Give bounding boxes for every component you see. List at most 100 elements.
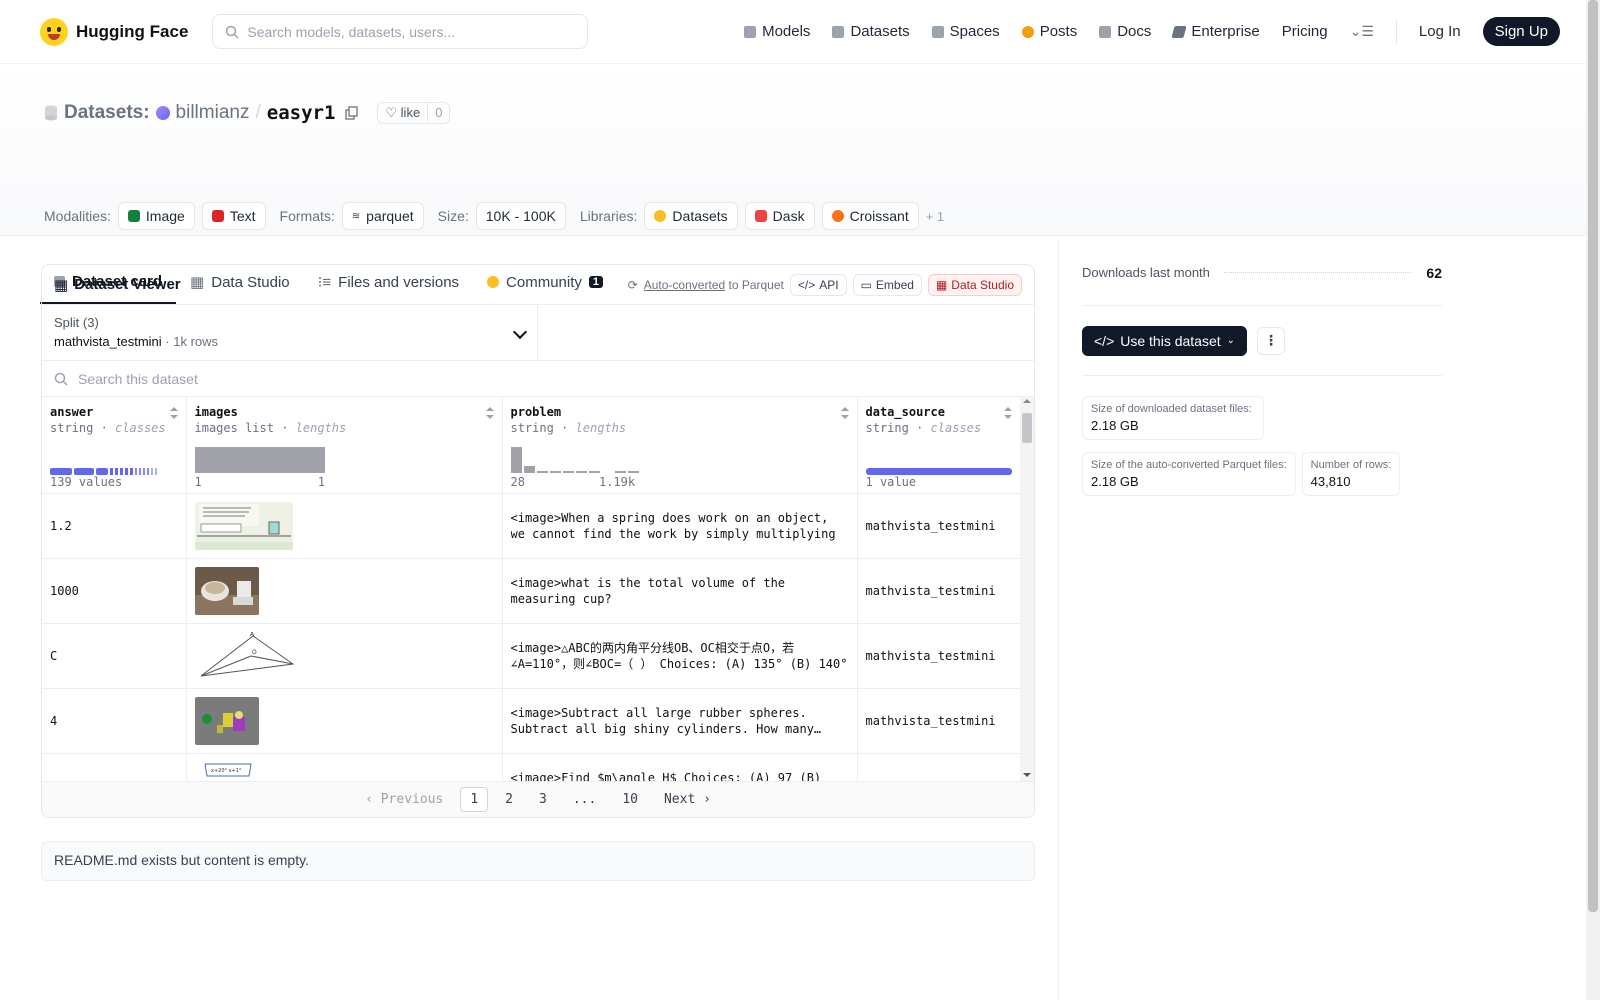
auto-converted-link[interactable]: Auto-converted bbox=[644, 278, 725, 292]
nav-posts[interactable]: Posts bbox=[1021, 23, 1078, 40]
column-header-data-source[interactable]: data_source string · classes 1 value bbox=[857, 397, 1021, 494]
table-row[interactable]: 1.2 <image>When a spring does work on an… bbox=[42, 493, 1021, 559]
login-link[interactable]: Log In bbox=[1419, 23, 1461, 40]
data-source-cell: mathvista_testmini bbox=[857, 623, 1021, 689]
column-type: images list · lengths bbox=[194, 421, 347, 435]
next-label: Next bbox=[663, 792, 696, 807]
library-datasets-chip[interactable]: Datasets bbox=[644, 202, 738, 230]
geometry-thumbnail[interactable]: x+20° x+1° bbox=[194, 761, 259, 782]
column-name: problem bbox=[510, 405, 562, 419]
nav-docs[interactable]: Docs bbox=[1099, 23, 1151, 40]
sort-icon[interactable] bbox=[485, 407, 494, 419]
split-label: Split (3) bbox=[54, 315, 99, 330]
table-icon: ▦ bbox=[54, 276, 69, 294]
problem-cell: <image>When a spring does work on an obj… bbox=[502, 493, 858, 559]
hugging-face-logo-icon bbox=[40, 17, 68, 46]
page-ellipsis: ... bbox=[572, 792, 597, 807]
viewer-title: ▦ Dataset Viewer bbox=[54, 276, 181, 294]
rendered-shapes-thumbnail[interactable] bbox=[194, 696, 259, 745]
histogram-footer: 139 values bbox=[50, 475, 178, 489]
sort-icon[interactable] bbox=[840, 407, 849, 419]
split-dropdown[interactable]: Split (3) mathvista_testmini · 1k rows bbox=[42, 305, 538, 360]
page-scrollbar[interactable] bbox=[1586, 0, 1600, 1000]
triangle-diagram-thumbnail[interactable]: AO bbox=[194, 631, 297, 680]
table-row[interactable]: 4 <image>Subtract all large rubber spher… bbox=[42, 688, 1021, 754]
data-studio-label: Data Studio bbox=[951, 277, 1014, 292]
api-button[interactable]: </> API bbox=[789, 273, 847, 296]
search-icon bbox=[226, 25, 239, 39]
column-type-text: string bbox=[50, 421, 94, 435]
table-scroll-thumb[interactable] bbox=[1022, 413, 1032, 443]
avatar bbox=[155, 106, 170, 120]
nav-enterprise[interactable]: Enterprise bbox=[1171, 23, 1260, 40]
spring-diagram-thumbnail[interactable] bbox=[194, 501, 293, 550]
more-libraries[interactable]: + 1 bbox=[926, 209, 944, 224]
problem-cell: <image>Subtract all large rubber spheres… bbox=[502, 688, 858, 754]
page-10-button[interactable]: 10 bbox=[613, 788, 647, 811]
embed-button[interactable]: ▭ Embed bbox=[852, 273, 922, 296]
table-row[interactable]: x+20° x+1° <image>Find $m\angle H$ Choic… bbox=[42, 753, 1021, 782]
column-header-problem[interactable]: problem string · lengths 28 1.19k bbox=[502, 397, 858, 494]
signup-button[interactable]: Sign Up bbox=[1482, 17, 1560, 46]
data-source-cell: mathvista_testmini bbox=[857, 558, 1021, 624]
page-scroll-thumb[interactable] bbox=[1588, 0, 1598, 912]
nav-datasets-label: Datasets bbox=[850, 23, 910, 40]
brand-logo[interactable]: Hugging Face bbox=[40, 17, 188, 46]
nav-spaces[interactable]: Spaces bbox=[931, 23, 1000, 40]
column-name: data_source bbox=[865, 405, 945, 419]
nav-datasets[interactable]: Datasets bbox=[832, 23, 910, 40]
nav-pricing[interactable]: Pricing bbox=[1282, 23, 1328, 40]
nav-docs-label: Docs bbox=[1117, 23, 1152, 40]
nav-models-label: Models bbox=[762, 23, 811, 40]
hugging-face-icon bbox=[654, 210, 667, 222]
scroll-down-icon[interactable] bbox=[1023, 773, 1031, 777]
page-2-button[interactable]: 2 bbox=[496, 788, 522, 811]
table-row[interactable]: 1000 <image>what is the total volume of … bbox=[42, 558, 1021, 624]
like-button[interactable]: ♡ like 0 bbox=[377, 102, 451, 124]
embed-icon: ▭ bbox=[860, 277, 872, 292]
more-options-button[interactable]: ⋮ bbox=[1257, 326, 1286, 355]
histogram-min: 1 value bbox=[865, 474, 917, 489]
histogram-max: 1 bbox=[317, 474, 325, 489]
sort-icon[interactable] bbox=[169, 407, 178, 419]
size-chip[interactable]: 10K - 100K bbox=[475, 202, 566, 230]
scroll-up-icon[interactable] bbox=[1023, 399, 1031, 403]
nav-models[interactable]: Models bbox=[744, 23, 810, 40]
library-dask-label: Dask bbox=[772, 208, 805, 224]
previous-page-button[interactable]: ‹ Previous bbox=[356, 788, 452, 811]
use-this-dataset-button[interactable]: </> Use this dataset ⌄ bbox=[1082, 325, 1248, 356]
format-chip[interactable]: ≋ parquet bbox=[341, 202, 424, 230]
problem-text: <image>△ABC的两内角平分线OB、OC相交于点O，若∠A=110°，则∠… bbox=[510, 640, 848, 671]
dataset-search-input[interactable]: Search this dataset bbox=[42, 361, 1034, 397]
stat-value: 2.18 GB bbox=[1091, 418, 1139, 433]
modality-image-chip[interactable]: Image bbox=[117, 202, 195, 230]
library-dask-chip[interactable]: Dask bbox=[744, 202, 815, 230]
format-label: parquet bbox=[366, 208, 414, 224]
table-row[interactable]: C AO <image>△ABC的两内角平分线OB、OC相交于点O，若∠A=11… bbox=[42, 623, 1021, 689]
modality-text-chip[interactable]: Text bbox=[201, 202, 266, 230]
dataset-viewer: ▦ Dataset Viewer ⟳ Auto-converted to Par… bbox=[41, 264, 1035, 818]
column-type-text: string bbox=[865, 421, 909, 435]
page-1-button[interactable]: 1 bbox=[460, 787, 489, 812]
column-stat: lengths bbox=[575, 421, 627, 435]
column-header-images[interactable]: images images list · lengths 11 bbox=[186, 397, 503, 494]
data-studio-button[interactable]: ▦ Data Studio bbox=[927, 273, 1022, 296]
problem-text: <image>Subtract all large rubber spheres… bbox=[510, 705, 822, 736]
sort-icon[interactable] bbox=[1003, 407, 1012, 419]
measuring-cup-thumbnail[interactable] bbox=[194, 566, 259, 615]
page-3-button[interactable]: 3 bbox=[530, 788, 556, 811]
code-icon: </> bbox=[1094, 332, 1115, 349]
copy-icon[interactable] bbox=[345, 106, 359, 120]
global-search-input[interactable]: Search models, datasets, users... bbox=[212, 14, 589, 49]
more-menu-icon[interactable]: ⌄☰ bbox=[1350, 23, 1374, 40]
data-table-container: answer string · classes 139 values image… bbox=[42, 397, 1034, 781]
table-scrollbar[interactable] bbox=[1020, 397, 1034, 781]
column-header-answer[interactable]: answer string · classes 139 values bbox=[42, 397, 187, 494]
image-cell: x+20° x+1° bbox=[186, 753, 503, 782]
next-page-button[interactable]: Next › bbox=[655, 788, 720, 811]
modality-image-label: Image bbox=[145, 208, 185, 224]
user-link[interactable]: billmianz bbox=[176, 102, 250, 124]
library-croissant-chip[interactable]: Croissant bbox=[821, 202, 919, 230]
dataset-name[interactable]: easyr1 bbox=[267, 102, 336, 124]
nav-posts-label: Posts bbox=[1039, 23, 1078, 40]
